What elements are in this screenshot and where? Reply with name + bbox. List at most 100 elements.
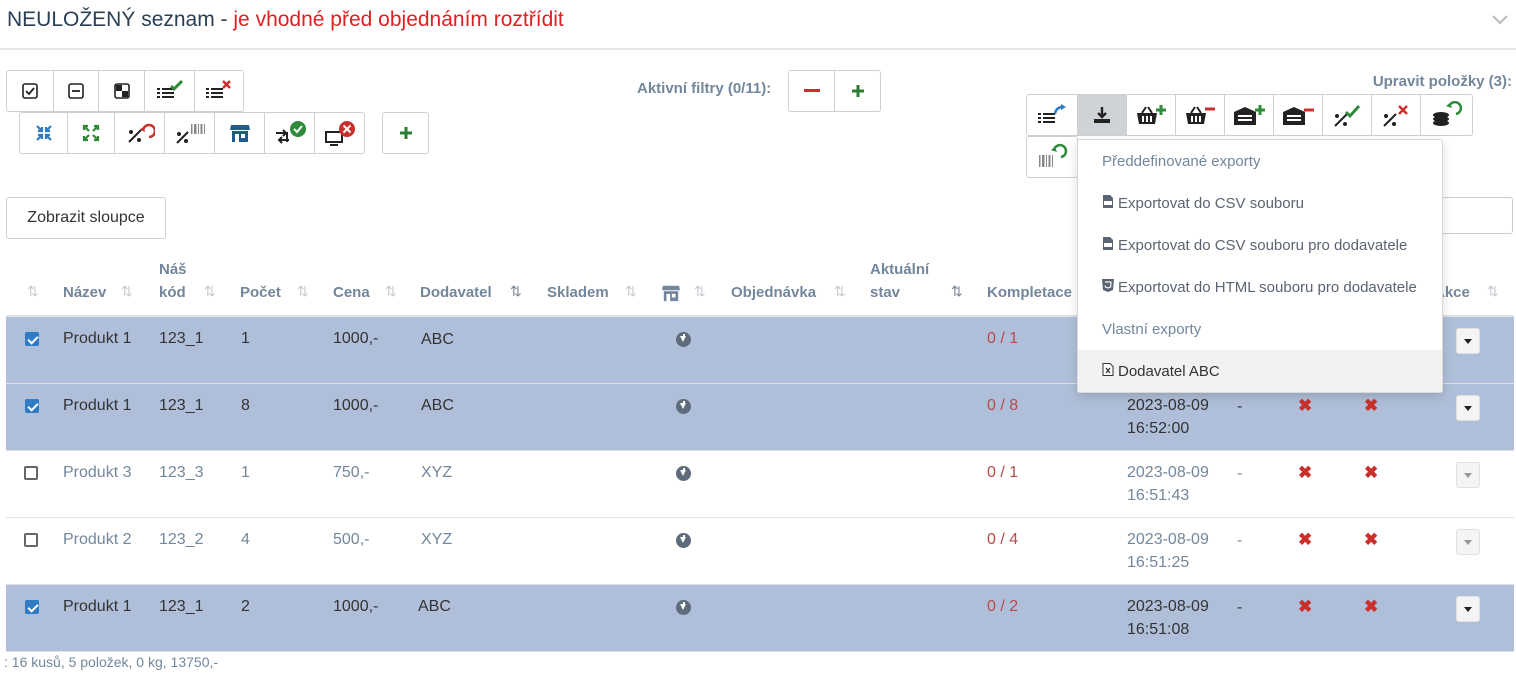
row-checkbox[interactable] (24, 466, 38, 480)
checkbox-minus-icon (68, 83, 84, 99)
expand-button[interactable] (67, 112, 115, 154)
row-actions-dropdown[interactable] (1456, 462, 1480, 488)
column-header-kompletace[interactable]: Kompletace (987, 281, 1072, 305)
download-circle-icon[interactable] (676, 399, 691, 414)
remove-filter-button[interactable] (788, 70, 835, 112)
percent-cross-icon (1383, 105, 1408, 127)
row-actions-dropdown[interactable] (1456, 596, 1480, 622)
cell-time: 16:52:00 (1127, 420, 1190, 437)
select-list-cross-button[interactable] (194, 70, 244, 112)
percent-check-button[interactable] (1322, 94, 1372, 136)
cell-dash: - (1237, 532, 1243, 549)
cell-time: 16:51:08 (1127, 621, 1190, 638)
cell-completion: 0 / 8 (987, 397, 1019, 414)
table-row[interactable]: Produkt 1 123_1 8 1000,- ABC 0 / 8 2023-… (6, 384, 1514, 451)
add-button[interactable] (382, 112, 429, 154)
menu-item-export-csv-supplier[interactable]: Exportovat do CSV souboru pro dodavatele (1078, 224, 1442, 266)
cell-count: 4 (241, 531, 250, 548)
cell-supplier: ABC (421, 331, 454, 348)
sort-icon[interactable]: ⇅ (694, 283, 706, 300)
export-download-button[interactable] (1077, 94, 1127, 136)
cell-name: Produkt 2 (63, 531, 132, 548)
percent-refresh-button[interactable] (114, 112, 165, 154)
transfer-check-icon (275, 121, 306, 144)
row-checkbox[interactable] (25, 399, 39, 413)
sort-icon[interactable]: ⇅ (27, 283, 39, 300)
store-button[interactable] (214, 112, 265, 154)
menu-item-custom-abc[interactable]: Dodavatel ABC (1078, 350, 1442, 392)
column-header-pocet[interactable]: Počet (240, 281, 281, 305)
column-header-aktualni-1[interactable]: Aktuální (870, 258, 929, 282)
download-circle-icon[interactable] (676, 600, 691, 615)
sort-icon[interactable]: ⇅ (834, 283, 846, 300)
column-header-nazev[interactable]: Název (63, 281, 106, 305)
row-checkbox[interactable] (25, 600, 39, 614)
collapse-chevron-icon[interactable] (1492, 12, 1508, 30)
table-row[interactable]: Produkt 1 123_1 2 1000,- ABC 0 / 2 2023-… (6, 585, 1514, 652)
select-list-check-button[interactable] (144, 70, 195, 112)
percent-barcode-icon (175, 124, 205, 144)
cell-count: 1 (241, 464, 250, 481)
row-actions-dropdown[interactable] (1456, 328, 1480, 354)
table-row[interactable]: Produkt 3 123_3 1 750,- XYZ 0 / 1 2023-0… (6, 451, 1514, 518)
column-header-dodavatel[interactable]: Dodavatel (420, 281, 492, 305)
row-actions-dropdown[interactable] (1456, 529, 1480, 555)
column-header-objednavka[interactable]: Objednávka (731, 281, 816, 305)
warehouse-minus-icon (1283, 107, 1314, 125)
table-row[interactable]: Produkt 2 123_2 4 500,- XYZ 0 / 4 2023-0… (6, 518, 1514, 585)
menu-item-export-html-supplier[interactable]: Exportovat do HTML souboru pro dodavatel… (1078, 266, 1442, 308)
select-all-button[interactable] (6, 70, 54, 112)
coins-refresh-button[interactable] (1420, 94, 1473, 136)
cross-icon: ✖ (1298, 463, 1313, 482)
column-header-nas-kod-1[interactable]: Náš (159, 258, 187, 282)
download-circle-icon[interactable] (676, 466, 691, 481)
menu-item-export-csv[interactable]: Exportovat do CSV souboru (1078, 182, 1442, 224)
list-forward-button[interactable] (1026, 94, 1078, 136)
sort-desc-icon[interactable]: ⇅ (951, 283, 963, 300)
invert-selection-button[interactable] (98, 70, 145, 112)
download-circle-icon[interactable] (676, 332, 691, 347)
sort-icon[interactable]: ⇅ (121, 283, 133, 300)
row-actions-dropdown[interactable] (1456, 395, 1480, 421)
cell-dash: - (1237, 398, 1243, 415)
basket-add-button[interactable] (1126, 94, 1176, 136)
cell-name: Produkt 1 (63, 598, 132, 615)
cell-count: 2 (241, 598, 250, 615)
collapse-button[interactable] (19, 112, 68, 154)
percent-cross-button[interactable] (1371, 94, 1421, 136)
transfer-check-button[interactable] (264, 112, 315, 154)
warehouse-add-button[interactable] (1224, 94, 1274, 136)
sort-icon[interactable]: ⇅ (385, 283, 397, 300)
sort-icon[interactable]: ⇅ (1487, 283, 1499, 300)
cell-time: 16:51:43 (1127, 487, 1190, 504)
deselect-all-button[interactable] (53, 70, 99, 112)
list-header: NEULOŽENÝ seznam - je vhodné před objedn… (0, 0, 1516, 50)
column-header-aktualni-2[interactable]: stav (870, 281, 900, 305)
row-checkbox[interactable] (25, 332, 39, 346)
csv-file-icon (1102, 236, 1114, 254)
device-remove-button[interactable] (314, 112, 365, 154)
column-header-nas-kod-2[interactable]: kód (159, 281, 186, 305)
column-header-cena[interactable]: Cena (333, 281, 370, 305)
sort-icon[interactable]: ⇅ (204, 283, 216, 300)
percent-check-icon (1334, 104, 1361, 127)
basket-remove-button[interactable] (1175, 94, 1225, 136)
warehouse-remove-button[interactable] (1273, 94, 1323, 136)
list-summary: : 16 kusů, 5 položek, 0 kg, 13750,- (4, 654, 219, 670)
cell-code: 123_1 (159, 330, 204, 347)
row-checkbox[interactable] (24, 533, 38, 547)
sort-icon[interactable]: ⇅ (625, 283, 637, 300)
add-filter-button[interactable] (834, 70, 881, 112)
cell-code: 123_3 (159, 464, 204, 481)
sort-asc-icon[interactable]: ⇅ (510, 283, 522, 300)
column-header-skladem[interactable]: Skladem (547, 281, 609, 305)
download-circle-icon[interactable] (676, 533, 691, 548)
barcode-refresh-button[interactable] (1026, 136, 1078, 178)
sort-icon[interactable]: ⇅ (297, 283, 309, 300)
show-columns-button[interactable]: Zobrazit sloupce (6, 197, 166, 239)
percent-barcode-button[interactable] (164, 112, 215, 154)
cell-count: 1 (241, 330, 250, 347)
cell-completion: 0 / 2 (987, 598, 1019, 615)
store-column-icon[interactable] (661, 284, 681, 307)
menu-item-label: Exportovat do CSV souboru pro dodavatele (1118, 236, 1408, 254)
